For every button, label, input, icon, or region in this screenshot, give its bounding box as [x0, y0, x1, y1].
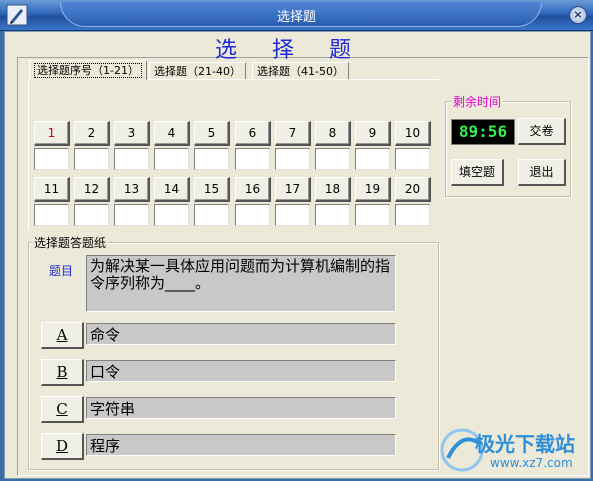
question-18-button[interactable]: 18 [315, 177, 351, 202]
answer-box-5 [194, 148, 229, 170]
answer-box-12 [74, 204, 109, 226]
question-8-button[interactable]: 8 [315, 121, 351, 146]
exit-button[interactable]: 退出 [518, 159, 566, 186]
answer-box-10 [395, 148, 430, 170]
question-20-button[interactable]: 20 [395, 177, 431, 202]
answer-box-7 [275, 148, 310, 170]
tab-label: 选择题序号（1-21） [34, 63, 142, 78]
close-button[interactable]: × [569, 6, 587, 24]
tab-questions-21-40[interactable]: 选择题（21-40） [149, 62, 246, 80]
option-a-button[interactable]: A [41, 322, 84, 349]
question-12-button[interactable]: 12 [74, 177, 110, 202]
question-10-button[interactable]: 10 [395, 121, 431, 146]
answer-box-15 [194, 204, 229, 226]
answer-box-2 [74, 148, 109, 170]
option-b-button[interactable]: B [41, 359, 84, 386]
question-15-button[interactable]: 15 [194, 177, 230, 202]
question-1-button[interactable]: 1 [34, 121, 70, 146]
option-c-button[interactable]: C [41, 396, 84, 423]
option-d-button[interactable]: D [41, 433, 84, 460]
answer-box-4 [154, 148, 189, 170]
answer-box-16 [235, 204, 270, 226]
question-6-button[interactable]: 6 [235, 121, 271, 146]
option-d-text: 程序 [86, 434, 396, 456]
fill-blank-button[interactable]: 填空题 [451, 159, 504, 186]
time-group-label: 剩余时间 [451, 93, 504, 110]
title-bar: 选择题 × [0, 0, 593, 31]
page-title: 选 择 题 [215, 38, 365, 63]
answer-box-19 [355, 204, 390, 226]
question-9-button[interactable]: 9 [355, 121, 391, 146]
window-title: 选择题 [276, 10, 316, 25]
question-4-button[interactable]: 4 [154, 121, 190, 146]
countdown-timer: 89:56 [451, 119, 515, 145]
question-19-button[interactable]: 19 [355, 177, 391, 202]
answer-box-9 [355, 148, 390, 170]
question-16-button[interactable]: 16 [235, 177, 271, 202]
answer-box-14 [154, 204, 189, 226]
option-b-text: 口令 [86, 360, 396, 382]
answer-box-11 [34, 204, 69, 226]
question-2-button[interactable]: 2 [74, 121, 110, 146]
submit-button[interactable]: 交卷 [518, 118, 566, 145]
answer-box-8 [315, 148, 350, 170]
question-14-button[interactable]: 14 [154, 177, 190, 202]
answer-box-6 [235, 148, 270, 170]
question-7-button[interactable]: 7 [275, 121, 311, 146]
option-c-text: 字符串 [86, 397, 396, 419]
answer-box-18 [315, 204, 350, 226]
question-11-button[interactable]: 11 [34, 177, 70, 202]
tab-questions-1-21[interactable]: 选择题序号（1-21） [29, 60, 147, 80]
answer-sheet-label: 选择题答题纸 [32, 234, 109, 251]
option-a-text: 命令 [86, 323, 396, 345]
answer-box-3 [114, 148, 149, 170]
answer-box-1 [34, 148, 69, 170]
watermark-url: www.xz7.com [490, 456, 573, 470]
question-text: 为解决某一具体应用问题而为计算机编制的指令序列称为____。 [86, 255, 396, 312]
question-5-button[interactable]: 5 [194, 121, 230, 146]
question-label: 题目 [49, 264, 74, 278]
question-17-button[interactable]: 17 [275, 177, 311, 202]
question-3-button[interactable]: 3 [114, 121, 150, 146]
answer-box-13 [114, 204, 149, 226]
watermark-name: 极光下载站 [475, 432, 575, 456]
answer-box-17 [275, 204, 310, 226]
tab-questions-41-50[interactable]: 选择题（41-50） [252, 62, 349, 80]
question-13-button[interactable]: 13 [114, 177, 150, 202]
answer-box-20 [395, 204, 430, 226]
